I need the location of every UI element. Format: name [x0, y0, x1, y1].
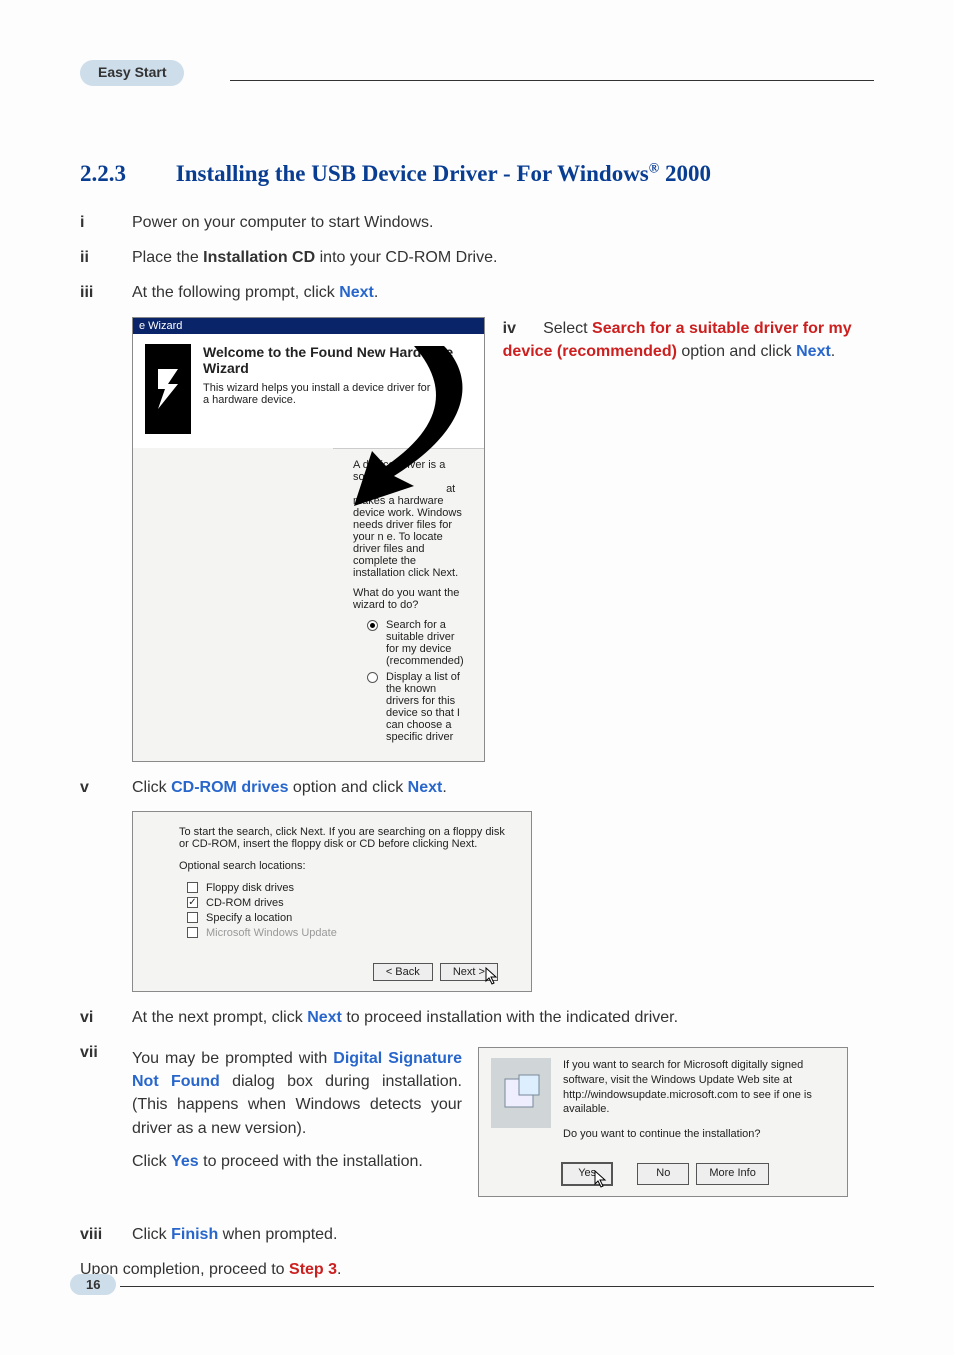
- step-vii: vii You may be prompted with Digital Sig…: [80, 1041, 874, 1211]
- wizard-found-new-hardware: e Wizard Welcome to the Found New Hardwa…: [132, 317, 485, 762]
- checkbox-icon: [187, 912, 198, 923]
- window-titlebar: e Wizard: [133, 318, 484, 334]
- wizard3-para: To start the search, click Next. If you …: [179, 826, 515, 850]
- more-info-button[interactable]: More Info: [696, 1163, 768, 1185]
- back-button[interactable]: < Back: [373, 963, 433, 981]
- header-pill-text: Easy Start: [98, 64, 166, 80]
- step-i: i Power on your computer to start Window…: [80, 211, 874, 234]
- step-key: vi: [80, 1006, 132, 1029]
- step-body: At the next prompt, click Next to procee…: [132, 1006, 874, 1029]
- step-v: v Click CD-ROM drives option and click N…: [80, 776, 874, 799]
- checkbox-icon: [187, 882, 198, 893]
- section-title-suffix: 2000: [659, 161, 711, 186]
- step-key: vii: [80, 1041, 132, 1211]
- page-number: 16: [70, 1274, 116, 1295]
- signature-msg2: Do you want to continue the installation…: [563, 1127, 835, 1142]
- step-ii: ii Place the Installation CD into your C…: [80, 246, 874, 269]
- step-body: Click Finish when prompted.: [132, 1223, 874, 1246]
- header-pill: Easy Start: [80, 60, 184, 86]
- checkbox-floppy[interactable]: Floppy disk drives: [187, 882, 515, 894]
- step-body: Place the Installation CD into your CD-R…: [132, 246, 874, 269]
- wizard-desc: This wizard helps you install a device d…: [203, 382, 433, 406]
- no-button[interactable]: No: [637, 1163, 689, 1185]
- step-key: i: [80, 211, 132, 234]
- wizard-heading: Welcome to the Found New Hardware Wizard: [203, 344, 472, 376]
- checkbox-windows-update: Microsoft Windows Update: [187, 927, 515, 939]
- cursor-icon: [594, 1170, 608, 1188]
- header-rule: [230, 80, 874, 81]
- step-key: iii: [80, 281, 132, 304]
- signature-msg1: If you want to search for Microsoft digi…: [563, 1058, 835, 1117]
- step-vii-text: You may be prompted with Digital Signatu…: [132, 1047, 462, 1197]
- step-iii: iii At the following prompt, click Next.: [80, 281, 874, 304]
- wizard2-paragraph: A device driver is a software at makes a…: [353, 459, 464, 579]
- signature-warning-icon: [491, 1058, 551, 1128]
- checkbox-icon: [187, 927, 198, 938]
- cursor-icon: [485, 967, 499, 985]
- radio-dot-icon: [367, 620, 378, 631]
- step-body: At the following prompt, click Next.: [132, 281, 874, 304]
- radio-dot-icon: [367, 672, 378, 683]
- radio-display-list[interactable]: Display a list of the known drivers for …: [367, 671, 464, 743]
- step-vi: vi At the next prompt, click Next to pro…: [80, 1006, 874, 1029]
- wizard-search-locations: To start the search, click Next. If you …: [132, 811, 532, 992]
- checkbox-specify[interactable]: Specify a location: [187, 912, 515, 924]
- step-key: ii: [80, 246, 132, 269]
- wizard3-label: Optional search locations:: [179, 860, 515, 872]
- registered-mark: ®: [649, 161, 659, 176]
- step-key: viii: [80, 1223, 132, 1246]
- step-key: iv: [503, 317, 539, 340]
- checkbox-cdrom[interactable]: CD-ROM drives: [187, 897, 515, 909]
- checkbox-icon: [187, 897, 198, 908]
- section-title-main: Installing the USB Device Driver - For W…: [176, 161, 649, 186]
- wizard2-question: What do you want the wizard to do?: [353, 587, 464, 611]
- step-viii: viii Click Finish when prompted.: [80, 1223, 874, 1246]
- footer-rule: [120, 1286, 874, 1287]
- step-final: Upon completion, proceed to Step 3.: [80, 1258, 874, 1281]
- step-body: Click CD-ROM drives option and click Nex…: [132, 776, 874, 799]
- step-key: v: [80, 776, 132, 799]
- section-heading: 2.2.3 Installing the USB Device Driver -…: [80, 161, 874, 187]
- radio-search-suitable[interactable]: Search for a suitable driver for my devi…: [367, 619, 464, 667]
- step-body: Power on your computer to start Windows.: [132, 211, 874, 234]
- wizard-hero-icon: [145, 344, 191, 434]
- wizard-step2-panel: A device driver is a software at makes a…: [333, 448, 484, 761]
- digital-signature-dialog: If you want to search for Microsoft digi…: [478, 1047, 848, 1197]
- section-number: 2.2.3: [80, 161, 170, 187]
- step-iv: iv Select Search for a suitable driver f…: [503, 317, 874, 762]
